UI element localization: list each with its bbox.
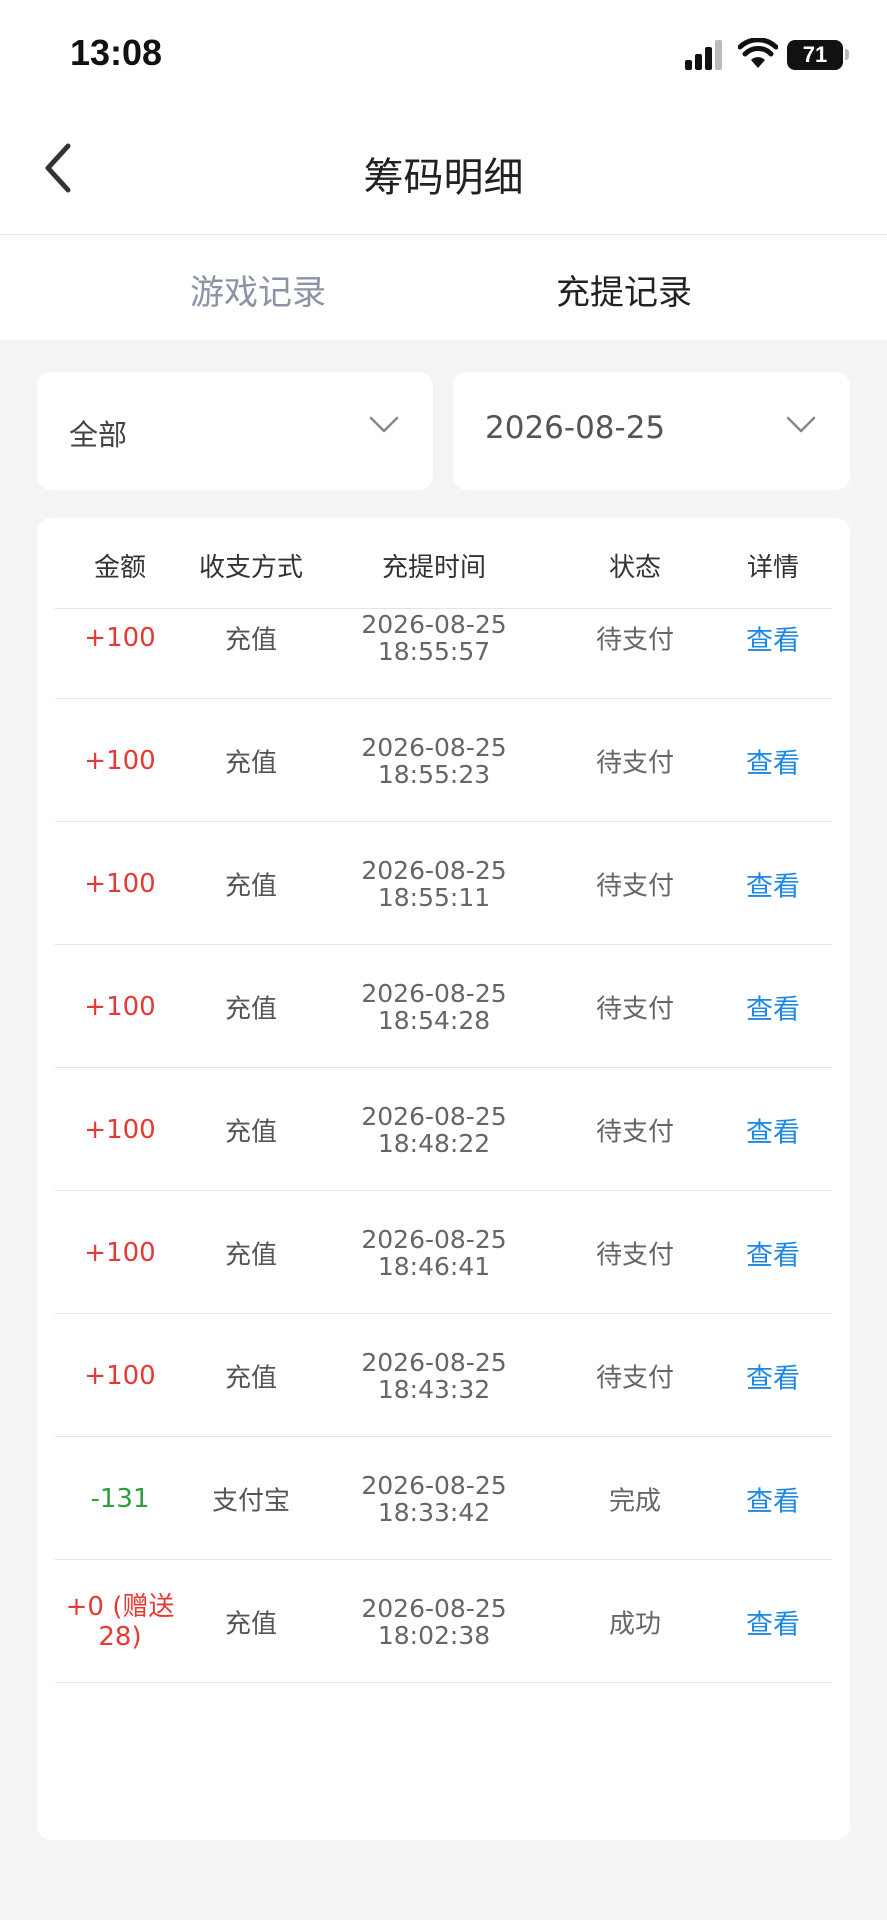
amount-cell: +0 (赠送28) — [65, 1591, 175, 1652]
time-date: 2026-08-25 — [361, 1101, 507, 1131]
method-cell: 充值 — [224, 748, 278, 778]
tab-recharge-records[interactable]: 充提记录 — [556, 265, 692, 314]
time-date: 2026-08-25 — [361, 978, 507, 1008]
tab-game-records[interactable]: 游戏记录 — [190, 265, 326, 314]
battery-tip — [845, 49, 849, 60]
time-date: 2026-08-25 — [361, 1593, 507, 1623]
status-cell: 完成 — [608, 1486, 662, 1516]
method-cell: 充值 — [224, 994, 278, 1024]
page-title: 筹码明细 — [363, 155, 524, 201]
status-cell: 待支付 — [595, 1240, 675, 1270]
time-cell: 2026-08-25 18:55:11 — [361, 857, 506, 911]
status-cell: 待支付 — [595, 625, 675, 655]
cellular-signal-icon — [685, 40, 722, 70]
status-cell: 成功 — [608, 1609, 662, 1639]
chevron-down-icon — [369, 416, 399, 433]
view-detail-link[interactable]: 查看 — [746, 1602, 800, 1641]
time-date: 2026-08-25 — [361, 1470, 507, 1500]
table-row: +100 充值 2026-08-25 18:55:57 待支付 查看 — [37, 576, 850, 699]
table-row: +0 (赠送28) 充值 2026-08-25 18:02:38 成功 查看 — [37, 1560, 850, 1683]
time-cell: 2026-08-25 18:48:22 — [361, 1103, 506, 1157]
table-row: +100 充值 2026-08-25 18:46:41 待支付 查看 — [37, 1191, 850, 1314]
time-date: 2026-08-25 — [361, 609, 507, 639]
table-row: +100 充值 2026-08-25 18:54:28 待支付 查看 — [37, 945, 850, 1068]
view-detail-link[interactable]: 查看 — [746, 1233, 800, 1272]
status-cell: 待支付 — [595, 1363, 675, 1393]
time-clock: 18:55:23 — [377, 759, 491, 789]
table-row: +100 充值 2026-08-25 18:43:32 待支付 查看 — [37, 1314, 850, 1437]
view-detail-link[interactable]: 查看 — [746, 1110, 800, 1149]
time-clock: 18:46:41 — [377, 1251, 491, 1281]
method-cell: 充值 — [224, 1363, 278, 1393]
status-cell: 待支付 — [595, 748, 675, 778]
amount-cell: +100 — [84, 991, 156, 1022]
amount-cell: -131 — [90, 1483, 150, 1514]
status-cell: 待支付 — [595, 994, 675, 1024]
amount-cell: +100 — [84, 868, 156, 899]
time-cell: 2026-08-25 18:54:28 — [361, 980, 506, 1034]
amount-cell: +100 — [84, 1237, 156, 1268]
view-detail-link[interactable]: 查看 — [746, 741, 800, 780]
table-row: +100 充值 2026-08-25 18:55:23 待支付 查看 — [37, 699, 850, 822]
time-date: 2026-08-25 — [361, 732, 507, 762]
view-detail-link[interactable]: 查看 — [746, 618, 800, 657]
time-cell: 2026-08-25 18:33:42 — [361, 1472, 506, 1526]
method-cell: 支付宝 — [211, 1486, 291, 1516]
time-cell: 2026-08-25 18:55:57 — [361, 611, 506, 665]
chevron-down-icon — [786, 416, 816, 433]
view-detail-link[interactable]: 查看 — [746, 1479, 800, 1518]
table-row: +100 充值 2026-08-25 18:48:22 待支付 查看 — [37, 1068, 850, 1191]
status-cell: 待支付 — [595, 1117, 675, 1147]
view-detail-link[interactable]: 查看 — [746, 1356, 800, 1395]
time-date: 2026-08-25 — [361, 1224, 507, 1254]
tab-bar: 游戏记录 充提记录 — [0, 235, 887, 340]
time-clock: 18:55:57 — [377, 636, 491, 666]
table-row: -131 支付宝 2026-08-25 18:33:42 完成 查看 — [37, 1437, 850, 1560]
view-detail-link[interactable]: 查看 — [746, 987, 800, 1026]
date-filter-dropdown[interactable]: 2026-08-25 — [453, 372, 850, 490]
method-cell: 充值 — [224, 1117, 278, 1147]
amount-cell: +100 — [84, 1114, 156, 1145]
status-bar: 13:08 71 — [0, 0, 887, 110]
wifi-icon — [738, 38, 778, 68]
time-cell: 2026-08-25 18:46:41 — [361, 1226, 506, 1280]
time-clock: 18:02:38 — [377, 1620, 491, 1650]
method-cell: 充值 — [224, 871, 278, 901]
time-clock: 18:33:42 — [377, 1497, 491, 1527]
time-date: 2026-08-25 — [361, 1347, 507, 1377]
time-date: 2026-08-25 — [361, 855, 507, 885]
status-time: 13:08 — [70, 32, 163, 73]
battery-icon: 71 — [787, 40, 843, 70]
row-divider — [55, 1682, 832, 1683]
time-clock: 18:54:28 — [377, 1005, 491, 1035]
time-cell: 2026-08-25 18:02:38 — [361, 1595, 506, 1649]
type-filter-dropdown[interactable]: 全部 — [37, 372, 433, 490]
time-cell: 2026-08-25 18:43:32 — [361, 1349, 506, 1403]
method-cell: 充值 — [224, 1240, 278, 1270]
view-detail-link[interactable]: 查看 — [746, 864, 800, 903]
amount-cell: +100 — [84, 1360, 156, 1391]
date-filter-value: 2026-08-25 — [485, 410, 666, 446]
time-clock: 18:48:22 — [377, 1128, 491, 1158]
nav-bar: 筹码明细 — [0, 110, 887, 235]
method-cell: 充值 — [224, 1609, 278, 1639]
amount-cell: +100 — [84, 622, 156, 653]
status-cell: 待支付 — [595, 871, 675, 901]
records-card: 金额 收支方式 充提时间 状态 详情 +100 充值 2026-08-25 18:55… — [37, 518, 850, 1840]
time-cell: 2026-08-25 18:55:23 — [361, 734, 506, 788]
method-cell: 充值 — [224, 625, 278, 655]
table-row: +100 充值 2026-08-25 18:55:11 待支付 查看 — [37, 822, 850, 945]
amount-cell: +100 — [84, 745, 156, 776]
time-clock: 18:43:32 — [377, 1374, 491, 1404]
time-clock: 18:55:11 — [377, 882, 491, 912]
type-filter-value: 全部 — [69, 418, 128, 452]
